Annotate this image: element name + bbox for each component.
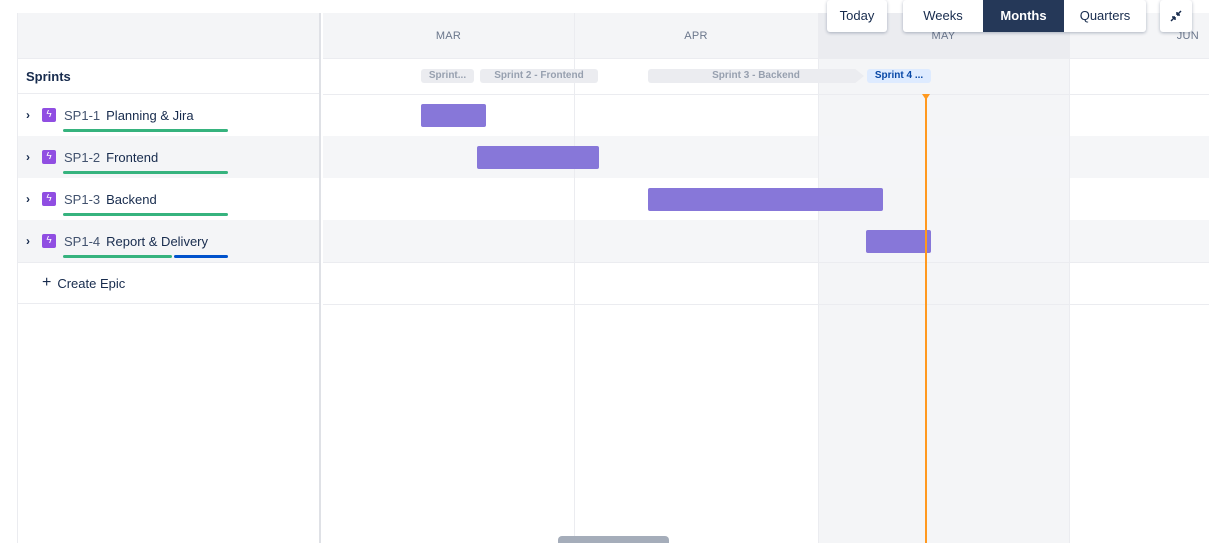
chevron-right-icon[interactable]: › [26, 193, 36, 205]
lightning-icon: ϟ [42, 192, 56, 206]
month-label: APR [684, 30, 708, 42]
epic-key[interactable]: SP1-2 [64, 150, 100, 165]
month-divider [1069, 13, 1070, 543]
progress-done [63, 129, 228, 132]
epic-bar-sp1-2[interactable] [477, 146, 599, 169]
row-divider [323, 262, 1209, 263]
sprint-3-pill[interactable]: Sprint 3 - Backend [648, 69, 864, 83]
progress-done [63, 213, 228, 216]
left-header [18, 13, 319, 59]
progress-done [63, 171, 228, 174]
epic-key[interactable]: SP1-3 [64, 192, 100, 207]
row-background [323, 136, 1209, 178]
today-button[interactable]: Today [827, 0, 887, 32]
month-label: MAR [435, 30, 462, 42]
chevron-right-icon[interactable]: › [26, 235, 36, 247]
epic-progress-bar [63, 129, 228, 132]
progress-in-progress [173, 255, 228, 258]
current-month-column [818, 59, 1069, 543]
chevron-right-icon[interactable]: › [26, 151, 36, 163]
horizontal-scrollbar[interactable] [558, 536, 669, 543]
epic-row-sp1-3[interactable]: › ϟ SP1-3 Backend [18, 178, 319, 220]
epic-name[interactable]: Frontend [106, 150, 158, 165]
epic-bar-sp1-3[interactable] [648, 188, 883, 211]
lightning-icon: ϟ [42, 150, 56, 164]
row-divider [323, 304, 1209, 305]
month-divider [818, 13, 819, 543]
sprint-4-pill[interactable]: Sprint 4 ... [867, 69, 931, 83]
epic-row-sp1-4[interactable]: › ϟ SP1-4 Report & Delivery [18, 220, 319, 262]
epic-key[interactable]: SP1-4 [64, 234, 100, 249]
create-epic-button[interactable]: + Create Epic [18, 262, 319, 304]
epic-row-sp1-1[interactable]: › ϟ SP1-1 Planning & Jira [18, 94, 319, 136]
roadmap-view: Sprints › ϟ SP1-1 Planning & Jira › ϟ SP… [0, 0, 1209, 543]
collapse-button[interactable] [1160, 0, 1192, 32]
sprint-2-pill[interactable]: Sprint 2 - Frontend [480, 69, 598, 83]
plus-icon: + [42, 274, 52, 291]
epic-bar-sp1-4[interactable] [866, 230, 931, 253]
month-divider [574, 13, 575, 543]
row-divider [323, 94, 1209, 95]
epic-bar-sp1-1[interactable] [421, 104, 486, 127]
sprint-1-pill[interactable]: Sprint... [421, 69, 474, 83]
progress-done [63, 255, 172, 258]
epic-key[interactable]: SP1-1 [64, 108, 100, 123]
chevron-right-icon[interactable]: › [26, 109, 36, 121]
months-button[interactable]: Months [983, 0, 1064, 32]
row-background [323, 220, 1209, 262]
epic-list-panel: Sprints › ϟ SP1-1 Planning & Jira › ϟ SP… [17, 13, 321, 543]
collapse-arrows-icon [1170, 10, 1182, 22]
epic-row-sp1-2[interactable]: › ϟ SP1-2 Frontend [18, 136, 319, 178]
create-epic-label: Create Epic [57, 275, 126, 291]
epic-name[interactable]: Planning & Jira [106, 108, 193, 123]
epic-name[interactable]: Backend [106, 192, 157, 207]
lightning-icon: ϟ [42, 234, 56, 248]
epic-progress-bar [63, 171, 228, 174]
epic-progress-bar [63, 255, 228, 258]
timeline-grid[interactable]: MAR APR MAY JUN Sprint... Sprint 2 - Fro… [323, 13, 1209, 543]
epic-progress-bar [63, 213, 228, 216]
view-switcher: Weeks Months Quarters [903, 0, 1146, 32]
quarters-button[interactable]: Quarters [1064, 0, 1146, 32]
today-marker-line [925, 94, 927, 543]
weeks-button[interactable]: Weeks [903, 0, 983, 32]
today-marker-triangle [922, 94, 930, 100]
sprints-row-label: Sprints [18, 59, 319, 94]
lightning-icon: ϟ [42, 108, 56, 122]
epic-name[interactable]: Report & Delivery [106, 234, 208, 249]
